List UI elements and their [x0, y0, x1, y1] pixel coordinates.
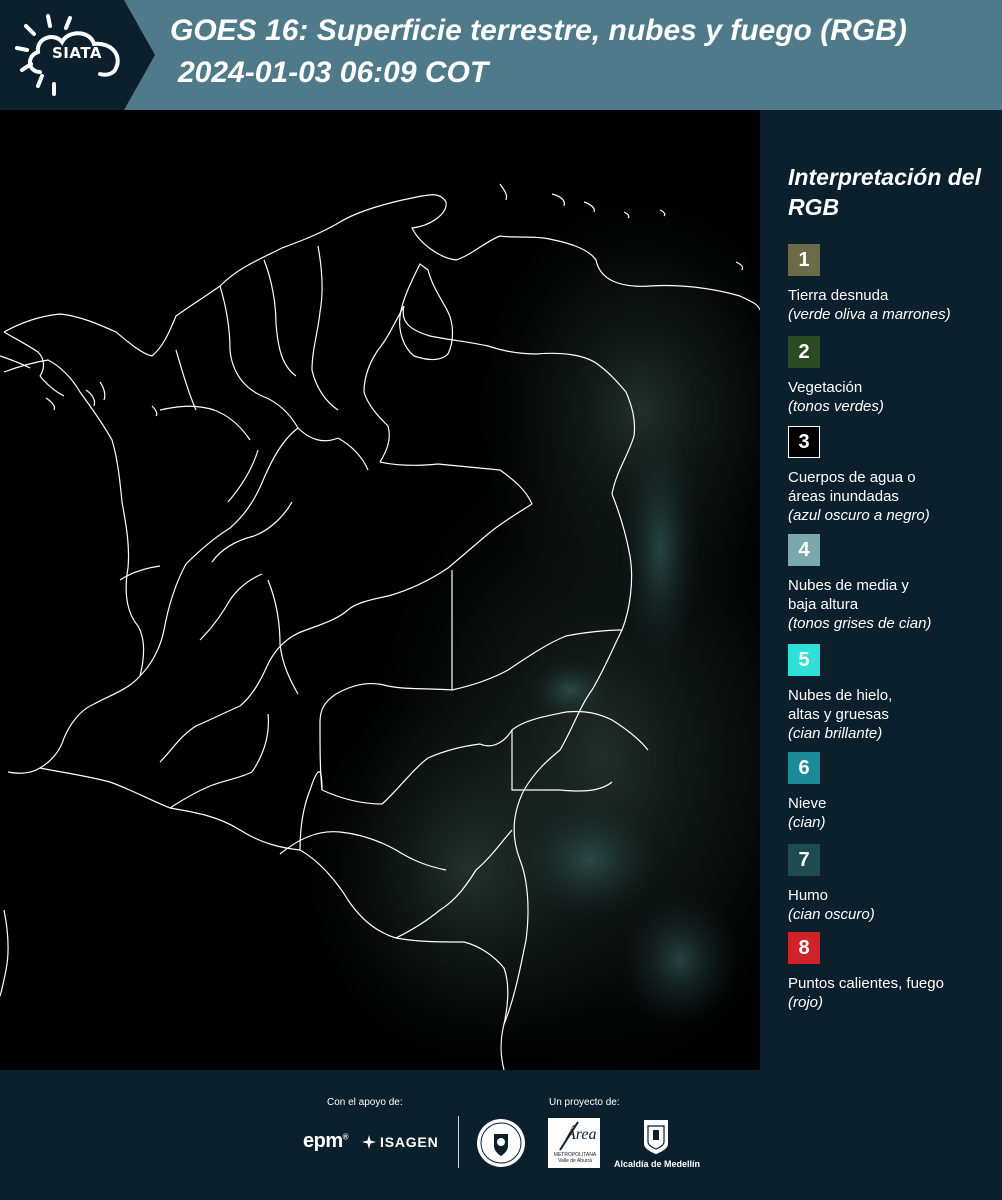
- page-datetime: 2024-01-03 06:09 COT: [178, 56, 489, 89]
- footer: Con el apoyo de: Un proyecto de: epm® IS…: [0, 1070, 1002, 1200]
- satellite-map[interactable]: [0, 110, 760, 1070]
- legend-item-smoke: 7 Humo (cian oscuro): [788, 844, 998, 924]
- legend-label: Puntos calientes, fuego: [788, 975, 944, 992]
- legend-title: Interpretación del RGB: [788, 164, 981, 220]
- swatch-4: 4: [788, 534, 820, 566]
- area-logo-word: Área: [566, 1126, 597, 1143]
- swatch-8: 8: [788, 932, 820, 964]
- area-logo-sub: METROPOLITANA Valle de Aburrá: [553, 1152, 597, 1164]
- siata-logo-panel: SIATA: [0, 0, 155, 110]
- swatch-5: 5: [788, 644, 820, 676]
- swatch-7: 7: [788, 844, 820, 876]
- header-bar: SIATA GOES 16: Superficie terrestre, nub…: [0, 0, 1002, 110]
- legend-label: Tierra desnuda: [788, 287, 889, 304]
- support-label: Con el apoyo de:: [327, 1097, 403, 1108]
- alcaldia-label: Alcaldía de Medellín: [613, 1159, 701, 1169]
- legend-sub: (cian brillante): [788, 725, 883, 742]
- government-seal-icon: [477, 1119, 525, 1167]
- isagen-logo: ISAGEN: [362, 1134, 438, 1150]
- legend-item-bare-soil: 1 Tierra desnuda (verde oliva a marrones…: [788, 244, 998, 324]
- colombia-boundaries-map[interactable]: [0, 110, 760, 1070]
- legend-label: Nieve: [788, 795, 827, 812]
- legend-item-ice-clouds: 5 Nubes de hielo, altas y gruesas (cian …: [788, 644, 998, 743]
- legend-sub: (verde oliva a marrones): [788, 306, 951, 323]
- isagen-star-icon: [362, 1135, 376, 1149]
- legend-label: Humo: [788, 887, 829, 904]
- legend-label: Nubes de hielo, altas y gruesas: [788, 687, 893, 723]
- legend-sub: (cian oscuro): [788, 906, 875, 923]
- legend-item-snow: 6 Nieve (cian): [788, 752, 998, 832]
- legend-item-hotspots: 8 Puntos calientes, fuego (rojo): [788, 932, 998, 1012]
- legend-panel: Interpretación del RGB 1 Tierra desnuda …: [760, 110, 1002, 1070]
- swatch-1: 1: [788, 244, 820, 276]
- epm-logo-text: epm: [303, 1130, 343, 1152]
- legend-sub: (tonos verdes): [788, 398, 884, 415]
- legend-label: Vegetación: [788, 379, 863, 396]
- siata-logo-text: SIATA: [51, 44, 102, 62]
- legend-item-mid-low-clouds: 4 Nubes de media y baja altura (tonos gr…: [788, 534, 998, 633]
- legend-label: Nubes de media y baja altura: [788, 577, 909, 613]
- legend-item-vegetation: 2 Vegetación (tonos verdes): [788, 336, 998, 416]
- isagen-logo-text: ISAGEN: [380, 1134, 439, 1150]
- swatch-3: 3: [788, 426, 820, 458]
- swatch-2: 2: [788, 336, 820, 368]
- footer-divider: [458, 1116, 459, 1168]
- legend-sub: (rojo): [788, 994, 824, 1011]
- project-label: Un proyecto de:: [549, 1097, 620, 1108]
- legend-label: Cuerpos de agua o áreas inundadas: [788, 469, 916, 505]
- legend-sub: (azul oscuro a negro): [788, 507, 930, 524]
- epm-logo: epm®: [303, 1130, 349, 1152]
- alcaldia-shield-icon: [644, 1120, 668, 1154]
- legend-sub: (tonos grises de cian): [788, 615, 932, 632]
- legend-item-water: 3 Cuerpos de agua o áreas inundadas (azu…: [788, 426, 998, 525]
- swatch-6: 6: [788, 752, 820, 784]
- legend-sub: (cian): [788, 814, 826, 831]
- page-title: GOES 16: Superficie terrestre, nubes y f…: [170, 14, 907, 47]
